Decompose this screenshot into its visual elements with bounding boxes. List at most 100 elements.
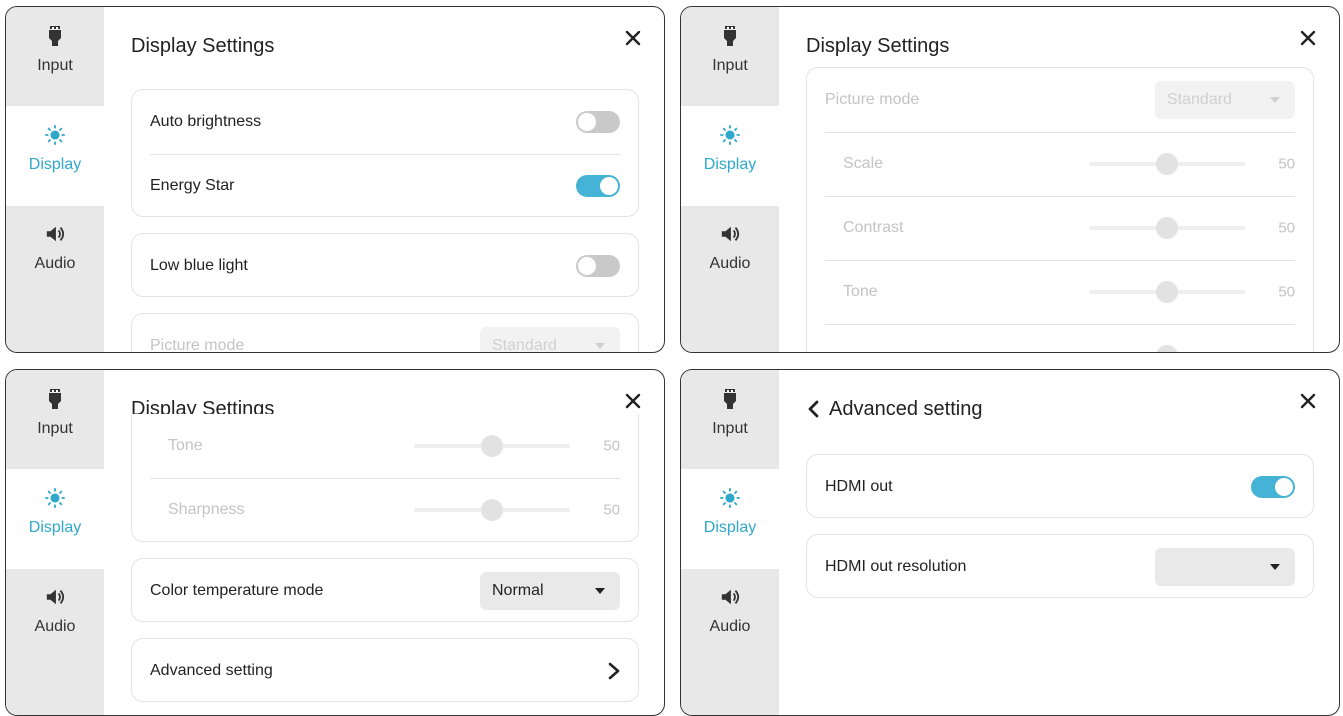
picture-mode-label: Picture mode bbox=[150, 337, 245, 353]
toggle-knob bbox=[578, 257, 596, 275]
sidebar-item-input[interactable]: Input bbox=[6, 7, 104, 107]
low-blue-light-row: Low blue light bbox=[150, 234, 620, 298]
hdmi-out-row: HDMI out bbox=[825, 455, 1295, 519]
color-temp-row: Color temperature mode Normal bbox=[150, 559, 620, 623]
scale-row: Scale 50 bbox=[825, 132, 1295, 196]
picture-mode-select[interactable]: Standard bbox=[480, 327, 620, 353]
sidebar-item-audio[interactable]: Audio bbox=[681, 205, 779, 305]
energy-star-label: Energy Star bbox=[150, 177, 235, 194]
close-icon[interactable] bbox=[624, 29, 642, 47]
slider-knob[interactable] bbox=[481, 499, 503, 521]
picture-mode-value: Standard bbox=[1167, 91, 1232, 108]
dropdown-arrow-icon bbox=[595, 588, 605, 594]
tone-label: Tone bbox=[168, 437, 203, 454]
picture-mode-select[interactable]: Standard bbox=[1155, 81, 1295, 119]
slider-knob[interactable] bbox=[1156, 281, 1178, 303]
tone-row: Tone 50 bbox=[825, 260, 1295, 324]
sidebar-item-audio[interactable]: Audio bbox=[681, 568, 779, 668]
page-title: Display Settings bbox=[131, 35, 275, 57]
auto-brightness-toggle[interactable] bbox=[576, 111, 620, 133]
low-blue-light-card: Low blue light bbox=[131, 233, 639, 297]
color-temp-select[interactable]: Normal bbox=[480, 572, 620, 610]
dropdown-arrow-icon bbox=[595, 343, 605, 349]
energy-star-toggle[interactable] bbox=[576, 175, 620, 197]
page-title: Display Settings bbox=[806, 35, 950, 57]
contrast-row: Contrast 50 bbox=[825, 196, 1295, 260]
contrast-label: Contrast bbox=[843, 219, 904, 236]
display-settings-panel-3: Input Display Audio Display Settings Ton… bbox=[5, 369, 665, 716]
sharpness-row: Sharpness 50 bbox=[150, 478, 620, 542]
picture-settings-card: Picture mode Standard Scale 50 Contrast … bbox=[806, 67, 1314, 352]
sidebar-label-audio: Audio bbox=[34, 618, 76, 635]
hdmi-out-toggle[interactable] bbox=[1251, 476, 1295, 498]
low-blue-light-label: Low blue light bbox=[150, 257, 248, 274]
sidebar-label-audio: Audio bbox=[709, 255, 751, 272]
sidebar-item-input[interactable]: Input bbox=[6, 370, 104, 470]
slider-knob[interactable] bbox=[481, 435, 503, 457]
sidebar: Input Display Audio bbox=[6, 370, 104, 715]
contrast-slider[interactable] bbox=[1089, 217, 1245, 239]
sidebar-item-audio[interactable]: Audio bbox=[6, 205, 104, 305]
auto-brightness-row: Auto brightness bbox=[150, 90, 620, 154]
sidebar: Input Display Audio bbox=[681, 370, 779, 715]
sidebar-label-audio: Audio bbox=[709, 618, 751, 635]
sidebar-item-display[interactable]: Display bbox=[6, 106, 104, 206]
speaker-icon bbox=[721, 226, 740, 242]
contrast-value: 50 bbox=[1278, 219, 1295, 237]
brightness-sun-icon bbox=[45, 488, 65, 508]
advanced-setting-label: Advanced setting bbox=[150, 662, 273, 679]
scale-slider[interactable] bbox=[1089, 153, 1245, 175]
speaker-icon bbox=[721, 589, 740, 605]
hdmi-resolution-select[interactable] bbox=[1155, 548, 1295, 586]
hdmi-out-label: HDMI out bbox=[825, 478, 893, 495]
low-blue-light-toggle[interactable] bbox=[576, 255, 620, 277]
advanced-setting-row[interactable]: Advanced setting bbox=[150, 639, 620, 703]
page-title: Advanced setting bbox=[829, 398, 983, 420]
input-plug-icon bbox=[724, 26, 736, 46]
back-chevron-icon[interactable] bbox=[806, 400, 820, 418]
sidebar-label-display: Display bbox=[28, 519, 82, 536]
scale-label: Scale bbox=[843, 155, 884, 172]
picture-mode-label: Picture mode bbox=[825, 91, 920, 108]
picture-mode-row: Picture mode Standard bbox=[150, 314, 620, 353]
sidebar-item-input[interactable]: Input bbox=[681, 7, 779, 107]
scale-value: 50 bbox=[1278, 155, 1295, 173]
sidebar-item-display[interactable]: Display bbox=[681, 469, 779, 569]
auto-brightness-label: Auto brightness bbox=[150, 113, 262, 130]
sidebar-label-audio: Audio bbox=[34, 255, 76, 272]
sidebar-label-display: Display bbox=[703, 519, 757, 536]
slider-knob[interactable] bbox=[1156, 153, 1178, 175]
dropdown-arrow-icon bbox=[1270, 564, 1280, 570]
sidebar-label-display: Display bbox=[28, 156, 82, 173]
sidebar-item-audio[interactable]: Audio bbox=[6, 568, 104, 668]
hdmi-out-card: HDMI out bbox=[806, 454, 1314, 518]
tone-slider[interactable] bbox=[1089, 281, 1245, 303]
speaker-icon bbox=[46, 226, 65, 242]
color-temp-value: Normal bbox=[492, 582, 544, 599]
chevron-right-icon[interactable] bbox=[608, 662, 620, 680]
display-settings-panel-2: Input Display Audio Display Settings Pic… bbox=[680, 6, 1340, 353]
slider-knob[interactable] bbox=[1156, 345, 1178, 352]
close-icon[interactable] bbox=[1299, 392, 1317, 410]
sidebar: Input Display Audio bbox=[681, 7, 779, 352]
sidebar-label-display: Display bbox=[703, 156, 757, 173]
brightness-sun-icon bbox=[720, 125, 740, 145]
hdmi-resolution-row: HDMI out resolution bbox=[825, 535, 1295, 599]
close-icon[interactable] bbox=[624, 392, 642, 410]
close-icon[interactable] bbox=[1299, 29, 1317, 47]
brightness-card: Auto brightness Energy Star bbox=[131, 89, 639, 217]
sharpness-slider[interactable] bbox=[414, 499, 570, 521]
sidebar-item-input[interactable]: Input bbox=[681, 370, 779, 470]
speaker-icon bbox=[46, 589, 65, 605]
sidebar-item-display[interactable]: Display bbox=[6, 469, 104, 569]
tone-value: 50 bbox=[1278, 283, 1295, 301]
tone-label: Tone bbox=[843, 283, 878, 300]
slider-knob[interactable] bbox=[1156, 217, 1178, 239]
dropdown-arrow-icon bbox=[1270, 97, 1280, 103]
advanced-setting-card[interactable]: Advanced setting bbox=[131, 638, 639, 702]
tone-slider[interactable] bbox=[414, 435, 570, 457]
sidebar-item-display[interactable]: Display bbox=[681, 106, 779, 206]
display-settings-panel-1: Input Display Audio Display Settings Aut… bbox=[5, 6, 665, 353]
brightness-sun-icon bbox=[45, 125, 65, 145]
picture-mode-value: Standard bbox=[492, 337, 557, 353]
